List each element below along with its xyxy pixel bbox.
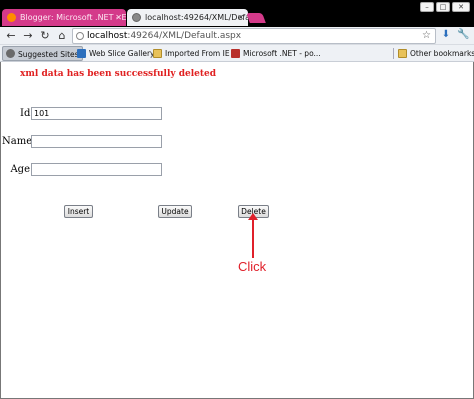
bookmark-label: Imported From IE (165, 49, 230, 58)
home-icon[interactable]: ⌂ (55, 29, 69, 43)
age-field[interactable] (31, 163, 162, 176)
tab-title: Blogger: Microsoft .NET - E (20, 13, 126, 22)
age-label: Age (10, 164, 30, 175)
back-icon[interactable]: ← (4, 29, 18, 43)
star-icon[interactable]: ☆ (422, 29, 431, 43)
tab-title: localhost:49264/XML/Defau (145, 13, 248, 22)
web-slice-icon (77, 49, 86, 58)
tab-blogger[interactable]: Blogger: Microsoft .NET - E ✕ (2, 9, 126, 26)
page-icon (132, 13, 141, 22)
id-field[interactable]: 101 (31, 107, 162, 120)
blogger-icon (7, 13, 16, 22)
bookmark-imported-from-ie[interactable]: Imported From IE (153, 45, 230, 62)
name-label: Name (2, 136, 33, 147)
wrench-icon[interactable]: 🔧 (457, 29, 469, 41)
bookmark-web-slice-gallery[interactable]: Web Slice Gallery (77, 45, 155, 62)
address-host: localhost (87, 31, 128, 41)
update-button[interactable]: Update (158, 205, 192, 218)
tab-close-icon[interactable]: ✕ (115, 9, 122, 26)
folder-icon (153, 49, 162, 58)
window-controls: – □ ✕ (420, 2, 470, 12)
minimize-icon[interactable]: – (420, 2, 434, 12)
extension-icon[interactable]: ⬇ (440, 29, 452, 41)
tab-strip: Blogger: Microsoft .NET - E ✕ localhost:… (0, 0, 474, 27)
maximize-icon[interactable]: □ (436, 2, 450, 12)
status-message: xml data has been successfully deleted (20, 69, 217, 79)
bookmark-label: Other bookmarks (410, 49, 474, 58)
insert-button[interactable]: Insert (64, 205, 93, 218)
address-bar[interactable]: localhost:49264/XML/Default.aspx ☆ (72, 28, 436, 44)
blogger-icon (231, 49, 240, 58)
bookmarks-bar: Suggested Sites Web Slice Gallery Import… (0, 45, 474, 62)
bookmark-label: Web Slice Gallery (89, 49, 155, 58)
page-icon (76, 32, 84, 40)
id-label: Id (20, 108, 31, 119)
name-field[interactable] (31, 135, 162, 148)
bookmark-other-bookmarks[interactable]: Other bookmarks (398, 45, 474, 62)
annotation-arrow-line (252, 218, 254, 258)
globe-icon (6, 49, 15, 58)
new-tab-button[interactable] (246, 13, 266, 23)
address-path: :49264/XML/Default.aspx (127, 31, 242, 41)
bookmark-label: Suggested Sites (18, 50, 79, 59)
forward-icon[interactable]: → (21, 29, 35, 43)
close-window-icon[interactable]: ✕ (452, 2, 470, 12)
folder-icon (398, 49, 407, 58)
tab-close-icon[interactable]: ✕ (237, 9, 244, 26)
annotation-text: Click (238, 259, 267, 274)
bookmark-microsoft-net[interactable]: Microsoft .NET - po... (231, 45, 321, 62)
bookmark-separator (393, 48, 394, 59)
navigation-toolbar: ← → ↻ ⌂ localhost:49264/XML/Default.aspx… (0, 27, 474, 45)
tab-localhost[interactable]: localhost:49264/XML/Defau ✕ (127, 9, 248, 26)
bookmark-suggested-sites[interactable]: Suggested Sites (2, 46, 83, 61)
bookmark-label: Microsoft .NET - po... (243, 49, 321, 58)
reload-icon[interactable]: ↻ (38, 29, 52, 43)
